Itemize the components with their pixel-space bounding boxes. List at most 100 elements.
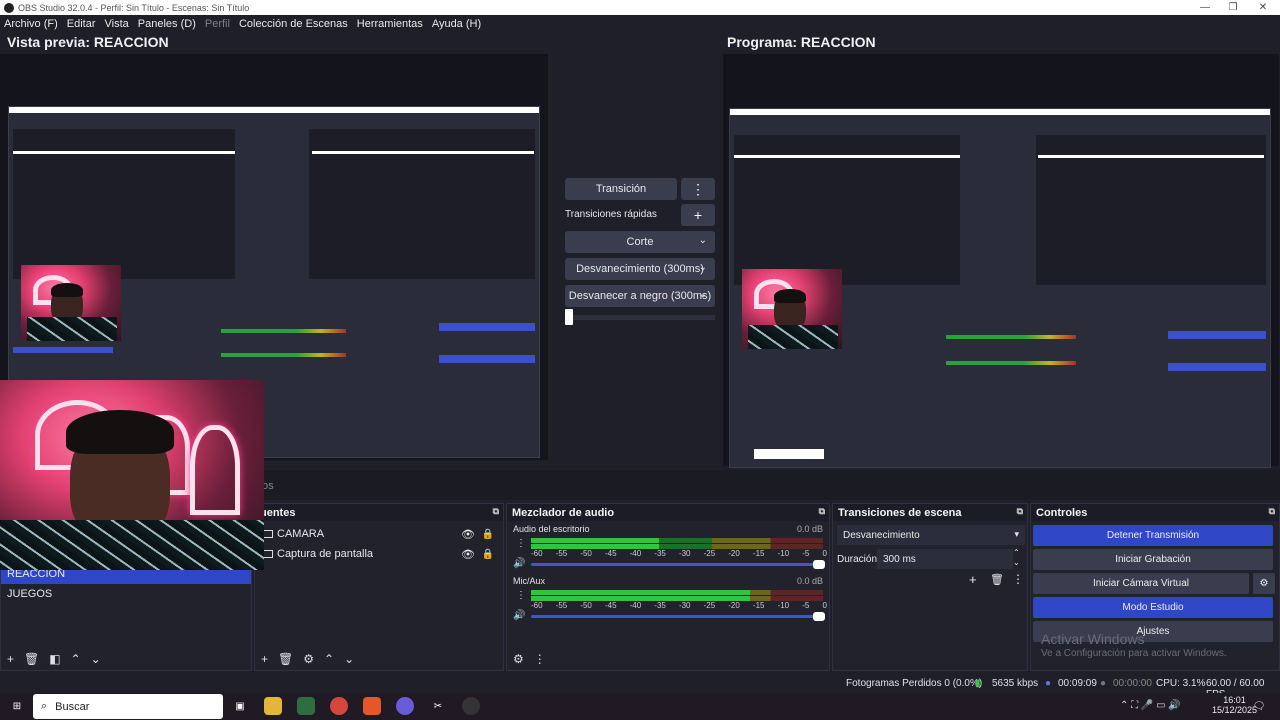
tbar-handle[interactable] [565, 309, 573, 325]
remove-source-icon[interactable]: 🗑 [278, 652, 293, 666]
nested-search [754, 449, 824, 459]
notification-icon[interactable]: 🗨 [1250, 697, 1268, 715]
float-dock-icon[interactable]: ⧉ [1269, 506, 1275, 517]
studio-mode-button[interactable]: Modo Estudio [1033, 597, 1273, 618]
source-item-camara[interactable]: CAMARA 👁 🔒 [255, 524, 503, 544]
menu-paneles[interactable]: Paneles (D) [138, 18, 196, 30]
brave-icon[interactable] [363, 697, 381, 715]
dropped-frames: Fotogramas Perdidos 0 (0.0%) [846, 678, 983, 689]
obs-taskbar-icon[interactable] [462, 697, 480, 715]
record-time: 00:00:00 [1113, 678, 1152, 689]
tbar-track[interactable] [565, 315, 715, 320]
menu-herramientas[interactable]: Herramientas [357, 18, 423, 30]
quick-transition-cut[interactable]: Corte ⌄ [565, 231, 715, 253]
program-canvas[interactable] [723, 54, 1279, 468]
menu-ayuda[interactable]: Ayuda (H) [432, 18, 481, 30]
transition-select[interactable]: Desvanecimiento ▾ [837, 525, 1025, 545]
nested-meter [221, 353, 346, 357]
file-explorer-icon[interactable] [264, 697, 282, 715]
menu-vista[interactable]: Vista [105, 18, 129, 30]
tray-icons[interactable]: ⌃ ⛶ 🎤 ▭ 🔊 [1120, 700, 1181, 711]
add-transition-icon[interactable]: + [969, 572, 977, 587]
add-source-icon[interactable]: + [261, 652, 268, 666]
activation-watermark-text: Ve a Configuración para activar Windows. [1041, 648, 1227, 659]
nested-meter [946, 361, 1076, 365]
lock-icon[interactable]: 🔒 [482, 549, 494, 560]
start-record-button[interactable]: Iniciar Grabación [1033, 549, 1273, 570]
speaker-icon[interactable]: 🔊 [513, 610, 525, 621]
windows-start-icon[interactable]: ⊞ [8, 697, 26, 715]
eye-icon[interactable]: 👁 [461, 528, 475, 541]
volume-knob[interactable] [813, 560, 825, 569]
sources-title: uentes [260, 506, 296, 519]
advanced-audio-icon[interactable]: ⚙ [513, 652, 524, 666]
quick-transition-fade[interactable]: Desvanecimiento (300ms) ⌄ [565, 258, 715, 280]
db-tick-label: -10 [777, 601, 790, 610]
sources-header: uentes ⧉ [255, 504, 503, 521]
transition-button[interactable]: Transición [565, 178, 677, 200]
speaker-icon[interactable]: 🔊 [513, 558, 525, 569]
sources-dock: uentes ⧉ CAMARA 👁 🔒 Captura de pantalla … [254, 503, 504, 671]
task-view-icon[interactable]: ▣ [231, 697, 249, 715]
kebab-icon[interactable]: ⋮ [534, 652, 546, 666]
nested-meter [946, 335, 1076, 339]
volume-slider[interactable] [531, 612, 825, 621]
move-down-icon[interactable]: ⌄ [91, 652, 101, 666]
float-dock-icon[interactable]: ⧉ [819, 506, 825, 517]
taskbar-search[interactable]: ⌕ Buscar [33, 694, 223, 719]
nested-camera [742, 269, 842, 349]
menu-coleccion[interactable]: Colección de Escenas [239, 18, 348, 30]
db-tick-label: -60 [531, 549, 543, 558]
discord-icon[interactable] [396, 697, 414, 715]
db-tick-label: -50 [580, 601, 592, 610]
store-icon[interactable] [297, 697, 315, 715]
transition-menu-button[interactable]: ⋮ [681, 178, 715, 200]
nested-bar [734, 155, 960, 158]
kebab-icon: ⋮ [691, 180, 705, 197]
db-tick-label: -20 [728, 549, 740, 558]
filter-icon[interactable]: ◧ [49, 652, 60, 666]
gear-icon[interactable]: ⚙ [303, 652, 314, 666]
close-button[interactable]: ✕ [1248, 0, 1278, 15]
quick-transition-fade-black[interactable]: Desvanecer a negro (300ms) ⌄ [565, 285, 715, 307]
duration-input[interactable]: 300 ms [877, 549, 1013, 569]
start-virtual-cam-button[interactable]: Iniciar Cámara Virtual [1033, 573, 1249, 594]
remove-transition-icon[interactable]: 🗑 [990, 573, 1004, 586]
controls-title: Controles [1036, 506, 1088, 519]
lock-icon[interactable]: 🔒 [482, 529, 494, 540]
quick-transitions-label: Transiciones rápidas [565, 209, 657, 220]
virtual-cam-settings-button[interactable]: ⚙ [1253, 573, 1275, 594]
float-dock-icon[interactable]: ⧉ [493, 506, 499, 517]
duration-label: Duración [837, 554, 878, 565]
eye-icon[interactable]: 👁 [461, 548, 475, 561]
remove-scene-icon[interactable]: 🗑 [24, 652, 39, 666]
volume-slider[interactable] [531, 560, 825, 569]
capcut-icon[interactable]: ✂ [429, 697, 447, 715]
duration-stepper[interactable]: ⌃ ⌄ [1013, 548, 1020, 568]
db-scale: -60 -55 -50 -45 -40 -35 -30 -25 -20 -15 -10 -5 0 [531, 549, 827, 558]
move-down-icon[interactable]: ⌄ [344, 652, 354, 666]
menu-editar[interactable]: Editar [67, 18, 96, 30]
kebab-icon[interactable]: ⋮ [516, 538, 526, 549]
kebab-icon[interactable]: ⋮ [1012, 572, 1024, 586]
chrome-icon[interactable] [330, 697, 348, 715]
db-tick-label: -25 [703, 549, 716, 558]
float-dock-icon[interactable]: ⧉ [1017, 506, 1023, 517]
controls-header: Controles ⧉ [1031, 504, 1279, 521]
volume-knob[interactable] [813, 612, 825, 621]
move-up-icon[interactable]: ⌃ [324, 652, 334, 666]
kebab-icon[interactable]: ⋮ [516, 590, 526, 601]
minimize-button[interactable]: — [1190, 0, 1220, 15]
chevron-down-icon: ⌄ [698, 262, 707, 273]
source-item-captura[interactable]: Captura de pantalla 👁 🔒 [255, 544, 503, 564]
add-scene-icon[interactable]: + [7, 652, 14, 666]
scene-item-juegos[interactable]: JUEGOS [1, 584, 251, 604]
move-up-icon[interactable]: ⌃ [71, 652, 81, 666]
menu-archivo[interactable]: Archivo (F) [4, 18, 58, 30]
add-quick-transition-button[interactable]: + [681, 204, 715, 226]
nested-camera [21, 265, 121, 341]
mixer-channel-mic: Mic/Aux 0.0 dB ⋮ -60 -55 -50 -45 -40 -35 -30 -2… [507, 573, 829, 625]
menu-perfil[interactable]: Perfil [205, 18, 230, 30]
restore-button[interactable]: ❐ [1218, 0, 1248, 15]
stop-stream-button[interactable]: Detener Transmisión [1033, 525, 1273, 546]
